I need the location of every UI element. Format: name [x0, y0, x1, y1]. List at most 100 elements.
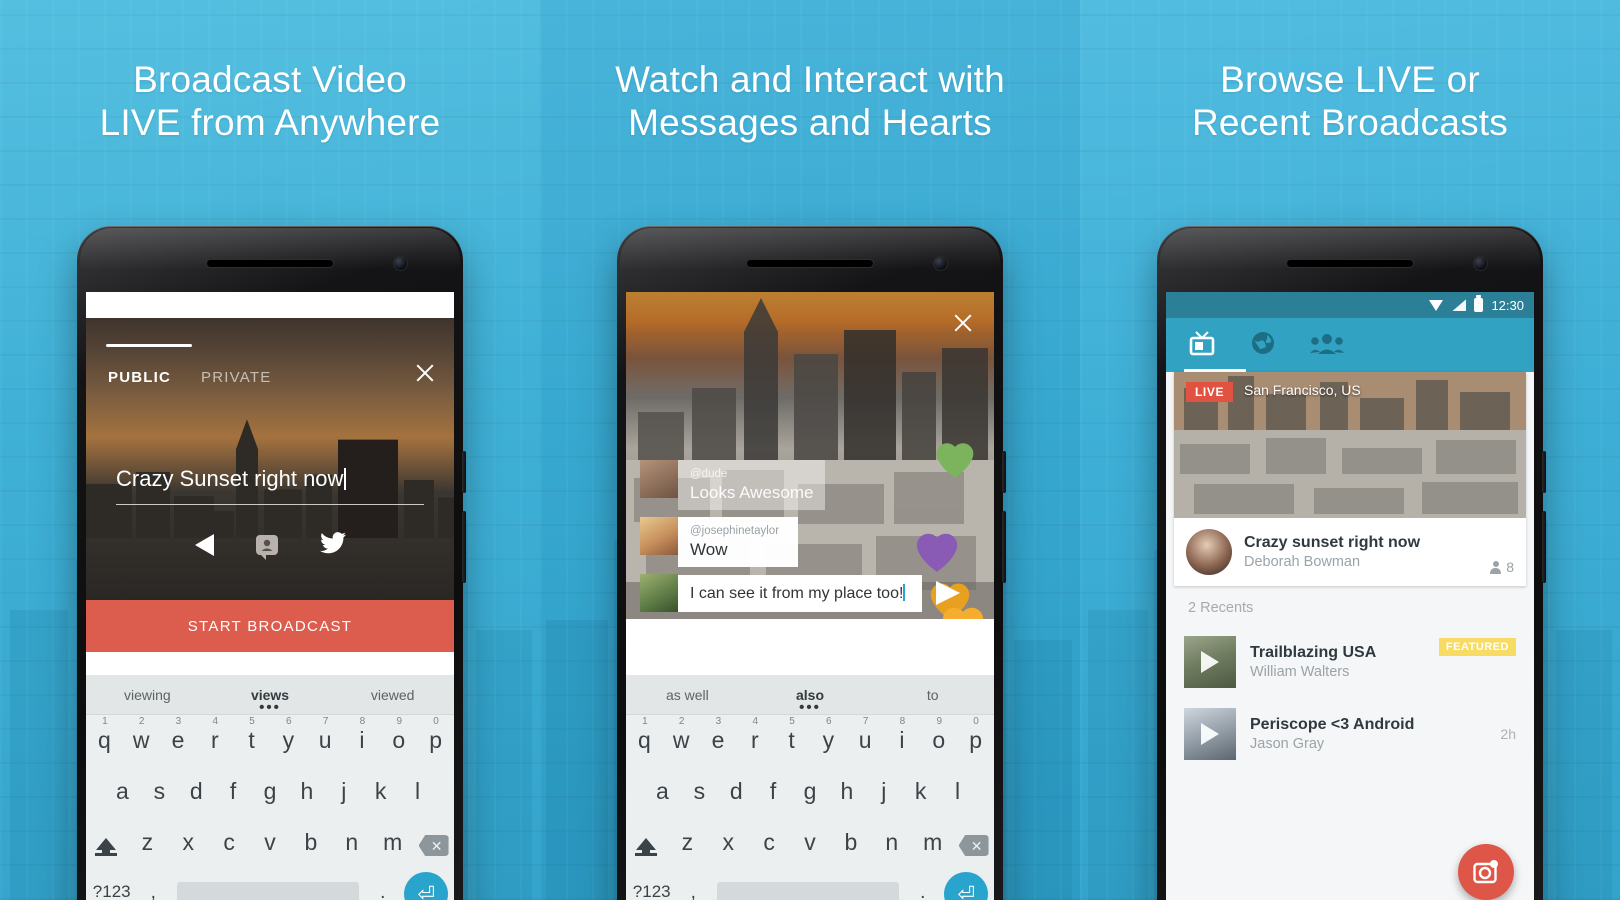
- app-tab-bar: [1166, 318, 1534, 372]
- tab-public[interactable]: PUBLIC: [108, 369, 171, 386]
- suggestion-center[interactable]: also •••: [749, 687, 872, 715]
- key-d[interactable]: d: [718, 766, 755, 817]
- tab-broadcasts[interactable]: [1188, 329, 1216, 362]
- key-number-6: 6: [286, 716, 292, 727]
- key-b[interactable]: b: [830, 817, 871, 868]
- period-key[interactable]: .: [907, 870, 939, 900]
- tab-people[interactable]: [1310, 331, 1344, 360]
- key-t[interactable]: 5t: [773, 715, 810, 766]
- suggestion-center[interactable]: views •••: [209, 687, 332, 715]
- list-item[interactable]: Trailblazing USA William Walters FEATURE…: [1166, 626, 1534, 698]
- comma-key[interactable]: ,: [137, 870, 169, 900]
- live-broadcast-card[interactable]: LIVE San Francisco, US Crazy sunset righ…: [1174, 372, 1526, 586]
- key-o[interactable]: 9o: [920, 715, 957, 766]
- close-icon[interactable]: [952, 312, 974, 334]
- key-z[interactable]: z: [667, 817, 708, 868]
- key-number-4: 4: [212, 716, 219, 727]
- key-q[interactable]: 1q: [86, 715, 123, 766]
- key-c[interactable]: c: [749, 817, 790, 868]
- new-broadcast-button[interactable]: [1458, 844, 1514, 900]
- key-b[interactable]: b: [290, 817, 331, 868]
- twitter-icon[interactable]: [319, 531, 346, 559]
- close-icon[interactable]: [414, 362, 436, 384]
- key-p[interactable]: 0p: [957, 715, 994, 766]
- key-u[interactable]: 7u: [307, 715, 344, 766]
- key-number-8: 8: [899, 716, 906, 727]
- suggestion-right[interactable]: to: [871, 687, 994, 703]
- backspace-icon[interactable]: ✕: [953, 823, 994, 868]
- key-x[interactable]: x: [708, 817, 749, 868]
- keyboard-row-3: z x c v b n m ✕: [86, 817, 454, 868]
- key-g[interactable]: g: [792, 766, 829, 817]
- comma-key[interactable]: ,: [677, 870, 709, 900]
- space-key[interactable]: [717, 882, 899, 900]
- period-key[interactable]: .: [367, 870, 399, 900]
- panel-browse: Browse LIVE or Recent Broadcasts 12:30 L…: [1080, 0, 1620, 900]
- key-a[interactable]: a: [104, 766, 141, 817]
- chat-input[interactable]: I can see it from my place too!: [678, 574, 922, 612]
- key-f[interactable]: f: [755, 766, 792, 817]
- key-o[interactable]: 9o: [380, 715, 417, 766]
- key-p[interactable]: 0p: [417, 715, 454, 766]
- start-broadcast-button[interactable]: START BROADCAST: [86, 600, 454, 652]
- key-w[interactable]: 2w: [663, 715, 700, 766]
- suggestion-left[interactable]: viewing: [86, 687, 209, 703]
- key-z[interactable]: z: [127, 817, 168, 868]
- key-c[interactable]: c: [209, 817, 250, 868]
- key-s[interactable]: s: [141, 766, 178, 817]
- key-n[interactable]: n: [871, 817, 912, 868]
- key-e[interactable]: 3e: [160, 715, 197, 766]
- numeric-key[interactable]: ?123: [86, 868, 137, 900]
- key-v[interactable]: v: [790, 817, 831, 868]
- space-key[interactable]: [177, 882, 359, 900]
- key-l[interactable]: l: [939, 766, 976, 817]
- key-q[interactable]: 1q: [626, 715, 663, 766]
- key-h[interactable]: h: [288, 766, 325, 817]
- key-i[interactable]: 8i: [344, 715, 381, 766]
- shift-icon[interactable]: [86, 826, 127, 868]
- key-k[interactable]: k: [362, 766, 399, 817]
- key-j[interactable]: j: [865, 766, 902, 817]
- key-number-9: 9: [396, 716, 403, 727]
- location-arrow-icon[interactable]: [194, 534, 214, 556]
- key-f[interactable]: f: [215, 766, 252, 817]
- send-icon[interactable]: [936, 581, 960, 605]
- key-a[interactable]: a: [644, 766, 681, 817]
- key-m[interactable]: m: [372, 817, 413, 868]
- keyboard-row-3: z x c v b n m ✕: [626, 817, 994, 868]
- numeric-key[interactable]: ?123: [626, 868, 677, 900]
- key-i[interactable]: 8i: [884, 715, 921, 766]
- list-item[interactable]: Periscope <3 Android Jason Gray 2h: [1166, 698, 1534, 770]
- enter-key[interactable]: ⏎: [399, 872, 454, 900]
- suggestion-left[interactable]: as well: [626, 687, 749, 703]
- key-r[interactable]: 4r: [736, 715, 773, 766]
- keyboard-2: as well also ••• to 1q2w3e4r5t6y7u8i9o0p …: [626, 675, 994, 900]
- suggestion-right[interactable]: viewed: [331, 687, 454, 703]
- key-u[interactable]: 7u: [847, 715, 884, 766]
- broadcast-title-input[interactable]: Crazy Sunset right now: [116, 466, 424, 505]
- key-v[interactable]: v: [250, 817, 291, 868]
- key-t[interactable]: 5t: [233, 715, 270, 766]
- panel-1-headline: Broadcast Video LIVE from Anywhere: [99, 59, 441, 144]
- key-h[interactable]: h: [828, 766, 865, 817]
- key-g[interactable]: g: [252, 766, 289, 817]
- tab-globe[interactable]: [1250, 330, 1276, 361]
- key-n[interactable]: n: [331, 817, 372, 868]
- enter-key[interactable]: ⏎: [939, 872, 994, 900]
- key-m[interactable]: m: [912, 817, 953, 868]
- key-s[interactable]: s: [681, 766, 718, 817]
- key-y[interactable]: 6y: [810, 715, 847, 766]
- key-k[interactable]: k: [902, 766, 939, 817]
- key-x[interactable]: x: [168, 817, 209, 868]
- key-j[interactable]: j: [325, 766, 362, 817]
- key-r[interactable]: 4r: [196, 715, 233, 766]
- shift-icon[interactable]: [626, 826, 667, 868]
- key-e[interactable]: 3e: [700, 715, 737, 766]
- chat-person-icon[interactable]: [255, 535, 278, 560]
- key-y[interactable]: 6y: [270, 715, 307, 766]
- backspace-icon[interactable]: ✕: [413, 823, 454, 868]
- tab-private[interactable]: PRIVATE: [201, 369, 271, 386]
- key-l[interactable]: l: [399, 766, 436, 817]
- key-w[interactable]: 2w: [123, 715, 160, 766]
- key-d[interactable]: d: [178, 766, 215, 817]
